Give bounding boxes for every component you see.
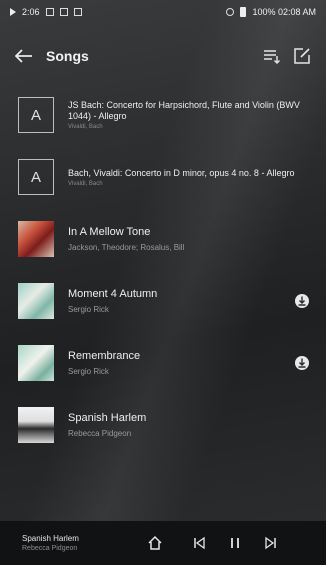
app-screen: 2:06 100% 02:08 AM Songs A JS Bach: Conc… [0, 0, 326, 565]
song-artist: Rebecca Pidgeon [68, 429, 132, 438]
next-button[interactable] [256, 528, 286, 558]
song-row[interactable]: Spanish Harlem Rebecca Pidgeon [0, 394, 326, 456]
song-row[interactable]: A JS Bach: Concerto for Harpsichord, Flu… [0, 84, 326, 146]
status-bar: 2:06 100% 02:08 AM [0, 0, 326, 24]
back-button[interactable] [12, 44, 36, 68]
song-text: Moment 4 Autumn Sergio Rick [68, 288, 286, 314]
now-playing-info[interactable]: Spanish Harlem Rebecca Pidgeon [22, 534, 126, 552]
album-art [18, 283, 54, 319]
play-status-icon [10, 8, 16, 16]
song-title: In A Mellow Tone [68, 226, 151, 238]
song-title: Bach, Vivaldi: Concerto in D minor, opus… [68, 167, 295, 178]
status-right: 100% 02:08 AM [226, 7, 316, 17]
song-artist: Sergio Rick [68, 305, 109, 314]
song-text: Bach, Vivaldi: Concerto in D minor, opus… [68, 168, 310, 187]
song-title: Remembrance [68, 350, 141, 362]
home-icon [148, 535, 162, 550]
song-row[interactable]: Remembrance Sergio Rick [0, 332, 326, 394]
song-text: In A Mellow Tone Jackson, Theodore; Rosa… [68, 226, 310, 252]
song-text: JS Bach: Concerto for Harpsichord, Flute… [68, 100, 310, 130]
album-art [18, 407, 54, 443]
edit-button[interactable] [290, 44, 314, 68]
back-arrow-icon [15, 49, 32, 63]
notification-icon [45, 8, 54, 16]
song-artist: Vivaldi, Bach [68, 180, 103, 187]
letter-thumbnail: A [18, 97, 54, 133]
home-button[interactable] [140, 528, 170, 558]
toolbar: Songs [0, 36, 326, 76]
sort-button[interactable] [260, 44, 284, 68]
status-battery-time: 100% 02:08 AM [252, 7, 316, 17]
song-title: Moment 4 Autumn [68, 288, 158, 300]
song-title: JS Bach: Concerto for Harpsichord, Flute… [68, 100, 300, 121]
bluetooth-icon [73, 8, 82, 16]
mini-player[interactable]: Spanish Harlem Rebecca Pidgeon [0, 521, 326, 565]
previous-button[interactable] [184, 528, 214, 558]
pause-button[interactable] [220, 528, 250, 558]
usb-icon [59, 8, 68, 16]
letter-thumbnail: A [18, 159, 54, 195]
song-list: A JS Bach: Concerto for Harpsichord, Flu… [0, 84, 326, 456]
now-playing-title: Spanish Harlem [22, 534, 79, 543]
song-text: Spanish Harlem Rebecca Pidgeon [68, 412, 310, 438]
download-icon[interactable] [294, 355, 310, 371]
wifi-icon [226, 8, 235, 16]
album-art [18, 221, 54, 257]
song-text: Remembrance Sergio Rick [68, 350, 286, 376]
song-artist: Sergio Rick [68, 367, 109, 376]
status-left: 2:06 [10, 7, 82, 17]
song-row[interactable]: A Bach, Vivaldi: Concerto in D minor, op… [0, 146, 326, 208]
previous-icon [194, 536, 205, 550]
song-artist: Vivaldi, Bach [68, 124, 103, 130]
now-playing-artist: Rebecca Pidgeon [22, 545, 78, 552]
page-title: Songs [46, 48, 89, 64]
sort-list-icon [264, 50, 280, 64]
pause-icon [231, 538, 239, 548]
status-time-left: 2:06 [22, 7, 40, 17]
song-row[interactable]: In A Mellow Tone Jackson, Theodore; Rosa… [0, 208, 326, 270]
album-art [18, 345, 54, 381]
edit-icon [294, 48, 310, 64]
song-artist: Jackson, Theodore; Rosalus, Bill [68, 243, 185, 252]
battery-icon [240, 7, 247, 17]
next-icon [265, 536, 276, 550]
song-row[interactable]: Moment 4 Autumn Sergio Rick [0, 270, 326, 332]
download-icon[interactable] [294, 293, 310, 309]
song-title: Spanish Harlem [68, 412, 147, 424]
